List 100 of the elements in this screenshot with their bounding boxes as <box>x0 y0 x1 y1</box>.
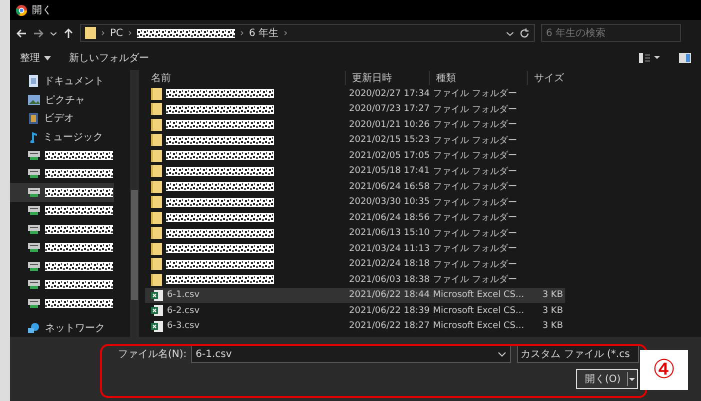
scrollbar[interactable] <box>130 70 139 337</box>
path-segment[interactable]: 6 年生 <box>249 26 279 40</box>
search-field[interactable]: 6 年生の検索 <box>541 24 681 42</box>
file-row[interactable]: 2021/06/13 15:10 ファイル フォルダー <box>145 226 565 241</box>
sidebar-item[interactable] <box>10 183 114 202</box>
file-size: 3 KB <box>541 321 564 332</box>
caret-icon <box>44 56 51 60</box>
file-row[interactable]: 2020/03/30 10:35 ファイル フォルダー <box>145 194 565 210</box>
network-drive-icon <box>28 242 40 254</box>
file-row[interactable]: 2021/03/24 11:13 ファイル フォルダー <box>145 241 565 256</box>
forward-icon[interactable] <box>33 28 44 38</box>
file-type: Microsoft Excel CS... <box>432 306 526 316</box>
file-row[interactable]: 2021/02/05 17:05 ファイル フォルダー <box>145 148 565 164</box>
column-header[interactable]: 更新日時 <box>345 71 429 85</box>
file-type-dropdown[interactable]: カスタム ファイル (*.cs <box>516 345 639 363</box>
chevron-down-icon[interactable] <box>498 352 506 357</box>
up-arrow-icon[interactable] <box>63 28 74 38</box>
file-type: ファイル フォルダー <box>432 196 518 209</box>
file-type: Microsoft Excel CS... <box>432 290 526 300</box>
sidebar-item[interactable]: ビデオ <box>10 109 114 128</box>
file-size: 3 KB <box>541 290 564 300</box>
sidebar-item[interactable]: ネットワーク <box>10 318 114 337</box>
new-folder-button[interactable]: 新しいフォルダー <box>69 51 149 65</box>
folder-icon <box>151 103 162 116</box>
sidebar-label: ネットワーク <box>45 322 105 335</box>
file-type: ファイル フォルダー <box>432 104 518 116</box>
folder-icon <box>151 180 162 193</box>
network-drive-icon <box>28 260 40 272</box>
open-button[interactable]: 開く(O) <box>576 369 638 389</box>
spreadsheet-icon <box>151 290 163 301</box>
file-row[interactable]: 2021/02/24 18:18 ファイル フォルダー <box>145 256 565 272</box>
column-header[interactable]: サイズ <box>527 71 567 85</box>
modified-date: 2021/03/24 11:13 <box>348 244 429 254</box>
back-icon[interactable] <box>16 28 27 38</box>
file-type: ファイル フォルダー <box>432 180 518 194</box>
folder-icon <box>151 227 162 240</box>
file-row[interactable]: 6-3.csv 2021/06/22 18:27 Microsoft Excel CS... 3 KB <box>145 318 565 334</box>
file-row[interactable]: 6-1.csv 2021/06/22 18:44 Microsoft Excel CS... 3 KB <box>145 288 565 303</box>
redacted-mosaic <box>45 243 113 252</box>
column-header[interactable]: 名前 <box>145 71 345 85</box>
folder-icon <box>151 118 162 131</box>
file-type: ファイル フォルダー <box>432 228 518 240</box>
redacted-mosaic <box>45 206 113 216</box>
redacted-mosaic <box>45 298 113 308</box>
file-row[interactable]: 2021/02/15 15:23 ファイル フォルダー <box>145 132 565 148</box>
modified-date: 2020/07/23 17:27 <box>348 104 429 114</box>
column-header[interactable]: 種類 <box>429 71 527 85</box>
window-title: 開く <box>32 4 52 17</box>
file-type: ファイル フォルダー <box>432 118 518 132</box>
file-row[interactable]: 2021/05/18 17:41 ファイル フォルダー <box>145 164 565 179</box>
modified-date: 2021/02/15 15:23 <box>348 135 429 146</box>
address-bar[interactable]: › PC › › 6 年生 › <box>80 24 535 42</box>
folder-icon <box>151 134 162 146</box>
file-type: ファイル フォルダー <box>432 212 518 224</box>
file-type: ファイル フォルダー <box>432 258 518 271</box>
file-name: 6-2.csv <box>167 306 200 316</box>
modified-date: 2021/06/03 18:38 <box>348 274 429 285</box>
path-segment[interactable]: PC <box>110 28 124 38</box>
chevron: › <box>101 28 105 38</box>
step-marker: ④ <box>640 350 688 390</box>
sidebar-item[interactable]: ドキュメント <box>10 72 114 90</box>
chevron: › <box>284 28 288 38</box>
redacted-mosaic <box>45 262 113 271</box>
file-type: Microsoft Excel CS... <box>432 321 526 332</box>
redacted-mosaic <box>45 188 113 197</box>
file-row[interactable]: 2020/02/27 17:34 ファイル フォルダー <box>145 86 565 102</box>
folder-icon <box>151 165 162 178</box>
organize-button[interactable]: 整理 <box>20 51 51 65</box>
sidebar-label: ピクチャ <box>45 94 85 107</box>
redacted-mosaic <box>45 280 113 290</box>
file-row[interactable]: 2021/06/24 16:58 ファイル フォルダー <box>145 179 565 194</box>
sidebar-label: ミュージック <box>43 130 103 144</box>
refresh-icon[interactable] <box>519 28 530 38</box>
file-type: ファイル フォルダー <box>432 150 518 162</box>
spreadsheet-icon <box>151 320 163 332</box>
file-row[interactable]: 2020/01/21 10:26 ファイル フォルダー <box>145 117 565 132</box>
caret-icon <box>627 372 635 386</box>
file-name-label: ファイル名(N): <box>118 348 187 361</box>
sidebar-item[interactable]: ミュージック <box>10 128 114 146</box>
modified-date: 2021/06/24 18:56 <box>348 212 429 223</box>
modified-date: 2021/02/24 18:18 <box>348 259 429 270</box>
app-icon <box>16 4 27 16</box>
sidebar-label: ビデオ <box>44 112 74 126</box>
modified-date: 2020/02/27 17:34 <box>348 88 429 99</box>
sidebar-item[interactable]: ピクチャ <box>10 90 114 109</box>
modified-date: 2021/06/24 16:58 <box>348 182 429 192</box>
network-drive-icon <box>28 298 40 309</box>
file-row[interactable]: 2021/06/03 18:38 ファイル フォルダー <box>145 272 565 288</box>
view-options-icon[interactable] <box>639 53 661 63</box>
file-name: 6-1.csv <box>167 290 200 300</box>
folder-icon <box>151 274 162 286</box>
file-name-field[interactable]: 6-1.csv <box>190 345 511 363</box>
file-row[interactable]: 2020/07/23 17:27 ファイル フォルダー <box>145 102 565 117</box>
sidebar-label: ドキュメント <box>44 75 104 88</box>
file-row[interactable]: 2021/06/24 18:56 ファイル フォルダー <box>145 210 565 226</box>
file-type: ファイル フォルダー <box>432 242 518 256</box>
modified-date: 2021/05/18 17:41 <box>348 166 429 176</box>
film-icon <box>28 112 39 124</box>
folder-icon <box>151 88 162 100</box>
file-row[interactable]: 6-2.csv 2021/06/22 18:39 Microsoft Excel CS... 3 KB <box>145 303 565 318</box>
